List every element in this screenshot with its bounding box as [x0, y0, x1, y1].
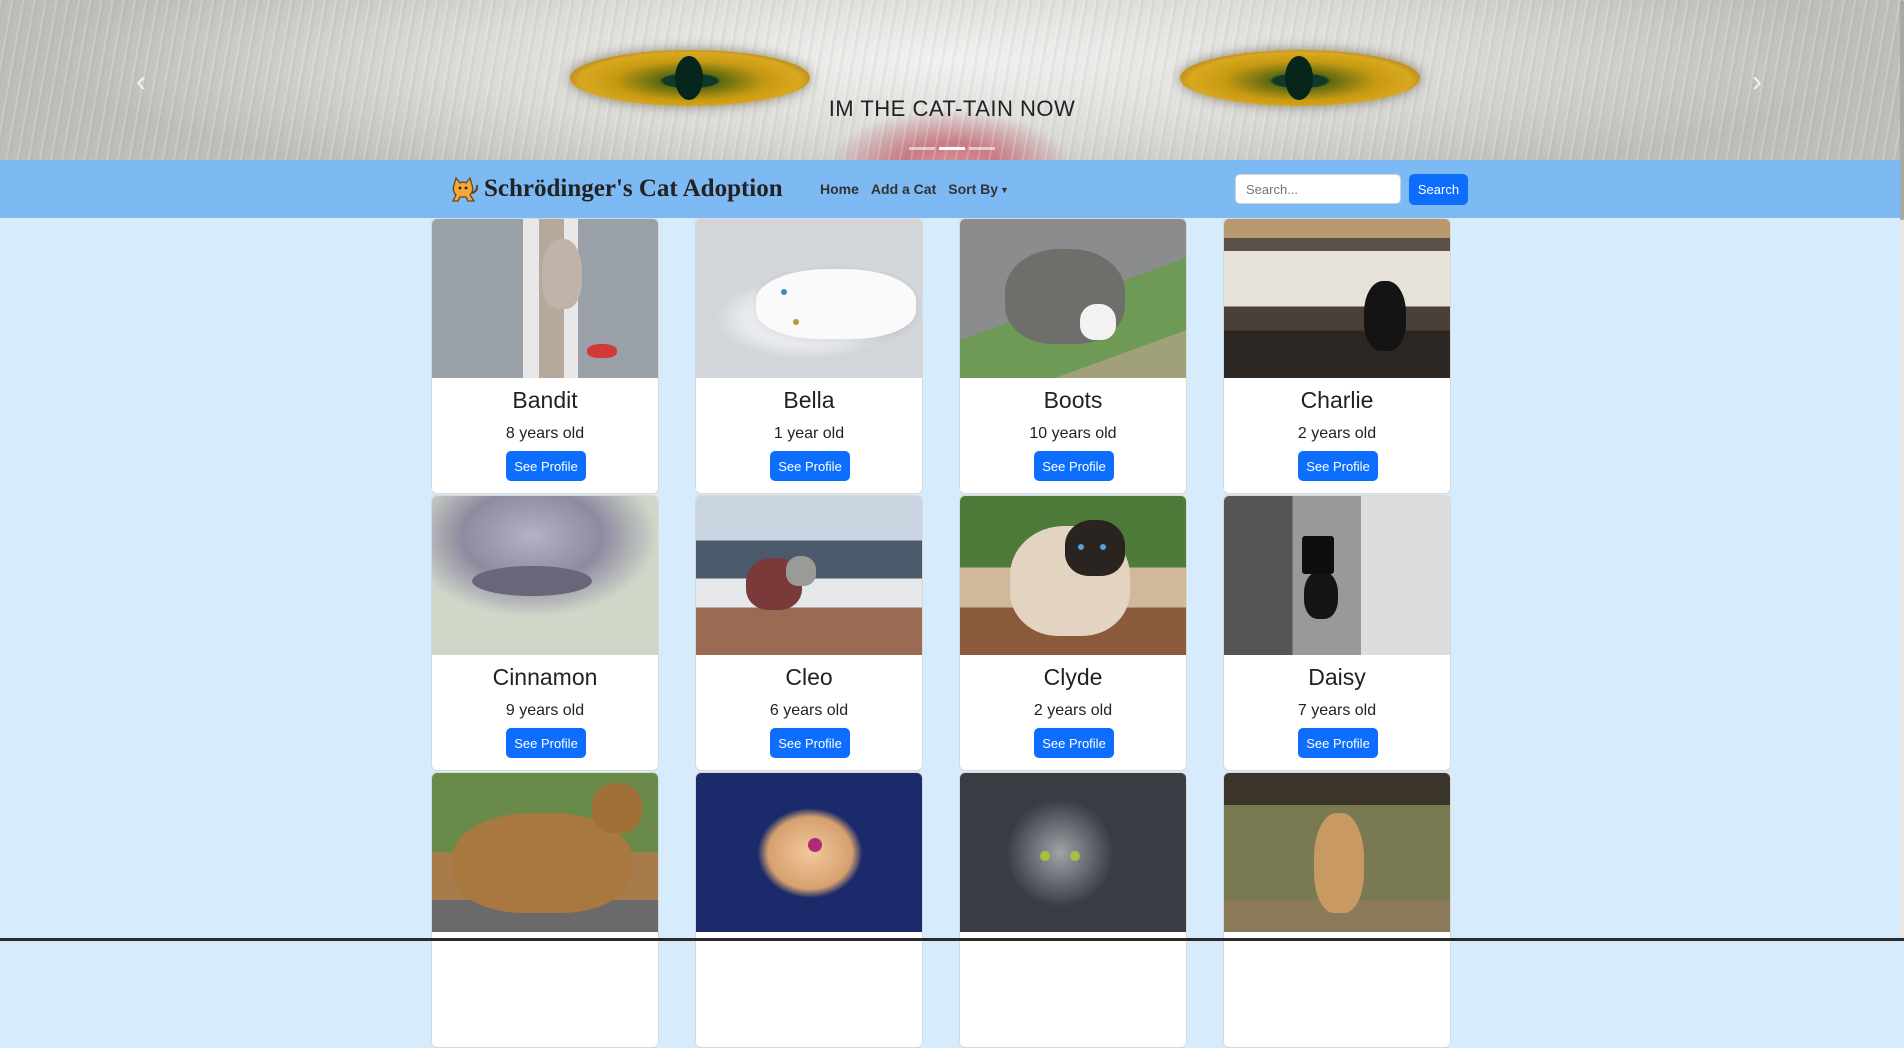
- cat-icon: [451, 176, 479, 202]
- cat-age: 10 years old: [1029, 425, 1117, 442]
- cat-photo[interactable]: [696, 219, 922, 378]
- nav-add-cat[interactable]: Add a Cat: [871, 181, 936, 197]
- cat-name: Boots: [1043, 387, 1103, 413]
- cat-card: Boots 10 years old See Profile: [959, 218, 1187, 494]
- cat-card: Daisy 7 years old See Profile: [1223, 495, 1451, 771]
- cat-photo[interactable]: [1224, 219, 1450, 378]
- cat-card: [695, 772, 923, 1048]
- cat-photo[interactable]: [1224, 496, 1450, 655]
- see-profile-button[interactable]: See Profile: [1034, 451, 1114, 481]
- cat-age: 2 years old: [1297, 425, 1377, 442]
- cat-age: 9 years old: [505, 702, 585, 719]
- nav-home[interactable]: Home: [820, 181, 859, 197]
- navbar: Schrödinger's Cat Adoption Home Add a Ca…: [0, 160, 1904, 218]
- cat-card: [1223, 772, 1451, 1048]
- cat-card: Bella 1 year old See Profile: [695, 218, 923, 494]
- cat-photo[interactable]: [432, 773, 658, 932]
- nav-sort-by[interactable]: Sort By ▼: [948, 181, 1009, 197]
- see-profile-button[interactable]: See Profile: [770, 451, 850, 481]
- see-profile-button[interactable]: See Profile: [1034, 728, 1114, 758]
- cat-photo[interactable]: [960, 496, 1186, 655]
- cat-card: Cinnamon 9 years old See Profile: [431, 495, 659, 771]
- cat-photo[interactable]: [696, 773, 922, 932]
- cat-photo[interactable]: [696, 496, 922, 655]
- cat-photo[interactable]: [432, 219, 658, 378]
- cat-card: Bandit 8 years old See Profile: [431, 218, 659, 494]
- carousel-caption: IM THE CAT-TAIN NOW: [828, 96, 1076, 121]
- hero-carousel: ‹ › IM THE CAT-TAIN NOW: [0, 0, 1904, 160]
- cat-card: [431, 772, 659, 1048]
- cat-name: Bandit: [512, 387, 578, 413]
- brand[interactable]: Schrödinger's Cat Adoption: [450, 170, 783, 208]
- search-input[interactable]: [1235, 174, 1401, 204]
- cat-name: Charlie: [1300, 387, 1374, 413]
- cat-card: Charlie 2 years old See Profile: [1223, 218, 1451, 494]
- cat-age: 7 years old: [1297, 702, 1377, 719]
- nav-sort-by-label: Sort By: [948, 181, 999, 197]
- cat-name: Cleo: [785, 664, 833, 690]
- cat-card: [959, 772, 1187, 1048]
- carousel-indicators: [0, 137, 1904, 155]
- cat-age: 8 years old: [505, 425, 585, 442]
- cat-photo[interactable]: [960, 219, 1186, 378]
- carousel-indicator-3[interactable]: [969, 147, 995, 150]
- cat-photo[interactable]: [960, 773, 1186, 932]
- see-profile-button[interactable]: See Profile: [506, 728, 586, 758]
- cat-fur-texture: [0, 0, 1904, 160]
- carousel-indicator-2[interactable]: [939, 147, 965, 150]
- brand-title: Schrödinger's Cat Adoption: [484, 175, 783, 202]
- cat-photo[interactable]: [1224, 773, 1450, 932]
- see-profile-button[interactable]: See Profile: [1298, 728, 1378, 758]
- cat-name: Daisy: [1308, 664, 1366, 690]
- carousel-indicator-1[interactable]: [909, 147, 935, 150]
- cat-age: 6 years old: [769, 702, 849, 719]
- cat-card: Cleo 6 years old See Profile: [695, 495, 923, 771]
- caret-down-icon: ▼: [1000, 185, 1009, 196]
- cat-age: 2 years old: [1033, 702, 1113, 719]
- see-profile-button[interactable]: See Profile: [506, 451, 586, 481]
- scrollbar-thumb[interactable]: [1900, 0, 1904, 220]
- cat-card: Clyde 2 years old See Profile: [959, 495, 1187, 771]
- cat-age: 1 year old: [773, 425, 845, 442]
- cat-name: Bella: [783, 387, 835, 413]
- search-button[interactable]: Search: [1409, 174, 1468, 205]
- see-profile-button[interactable]: See Profile: [770, 728, 850, 758]
- cat-name: Clyde: [1043, 664, 1103, 690]
- cat-photo[interactable]: [432, 496, 658, 655]
- nav-links: Home Add a Cat Sort By ▼: [820, 160, 1021, 218]
- see-profile-button[interactable]: See Profile: [1298, 451, 1378, 481]
- cat-name: Cinnamon: [492, 664, 598, 690]
